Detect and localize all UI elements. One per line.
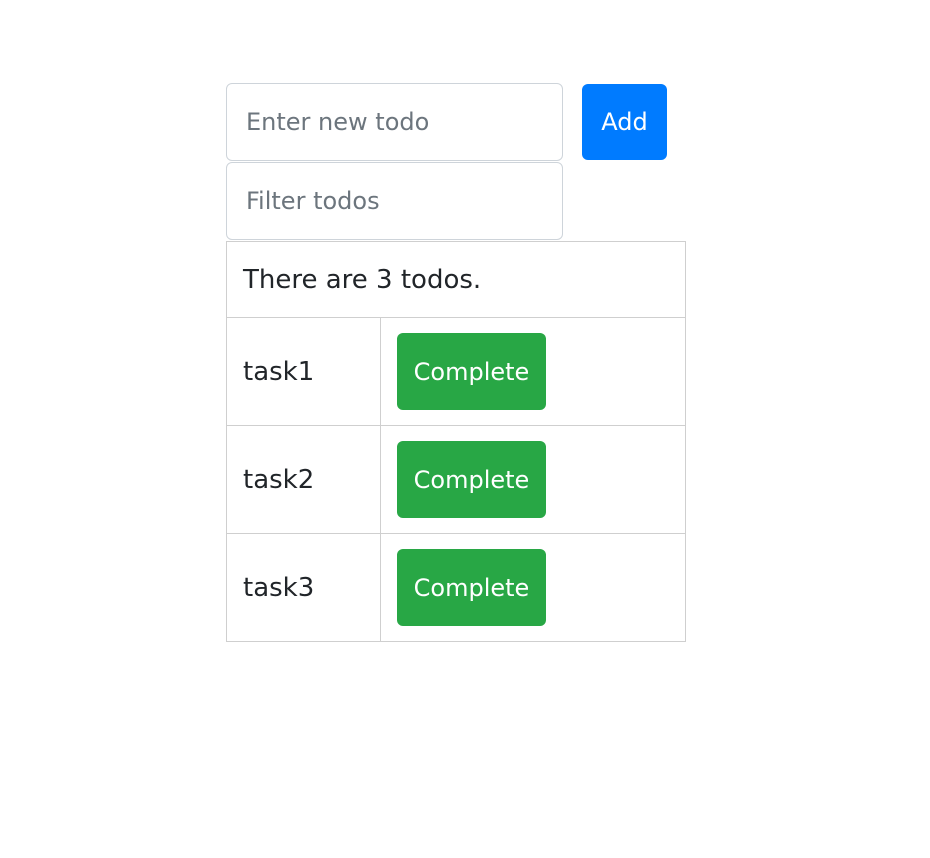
todo-count-text: There are 3 todos. [226, 241, 686, 318]
table-row: task3 Complete [226, 533, 686, 642]
todo-action-cell: Complete [380, 533, 686, 642]
new-todo-input[interactable] [226, 83, 563, 161]
todo-name: task1 [226, 317, 381, 426]
complete-button[interactable]: Complete [397, 441, 546, 518]
filter-row [226, 162, 686, 241]
todo-action-cell: Complete [380, 425, 686, 534]
todo-action-cell: Complete [380, 317, 686, 426]
filter-input[interactable] [226, 162, 563, 240]
summary-row: There are 3 todos. [226, 241, 686, 318]
todo-app: Add There are 3 todos. task1 Complete ta… [226, 83, 686, 642]
todo-name: task3 [226, 533, 381, 642]
todo-name: task2 [226, 425, 381, 534]
complete-button[interactable]: Complete [397, 333, 546, 410]
new-todo-row: Add [226, 83, 686, 162]
complete-button[interactable]: Complete [397, 549, 546, 626]
add-button[interactable]: Add [582, 84, 667, 160]
table-row: task2 Complete [226, 425, 686, 534]
todo-table: There are 3 todos. task1 Complete task2 … [226, 241, 686, 642]
table-row: task1 Complete [226, 317, 686, 426]
